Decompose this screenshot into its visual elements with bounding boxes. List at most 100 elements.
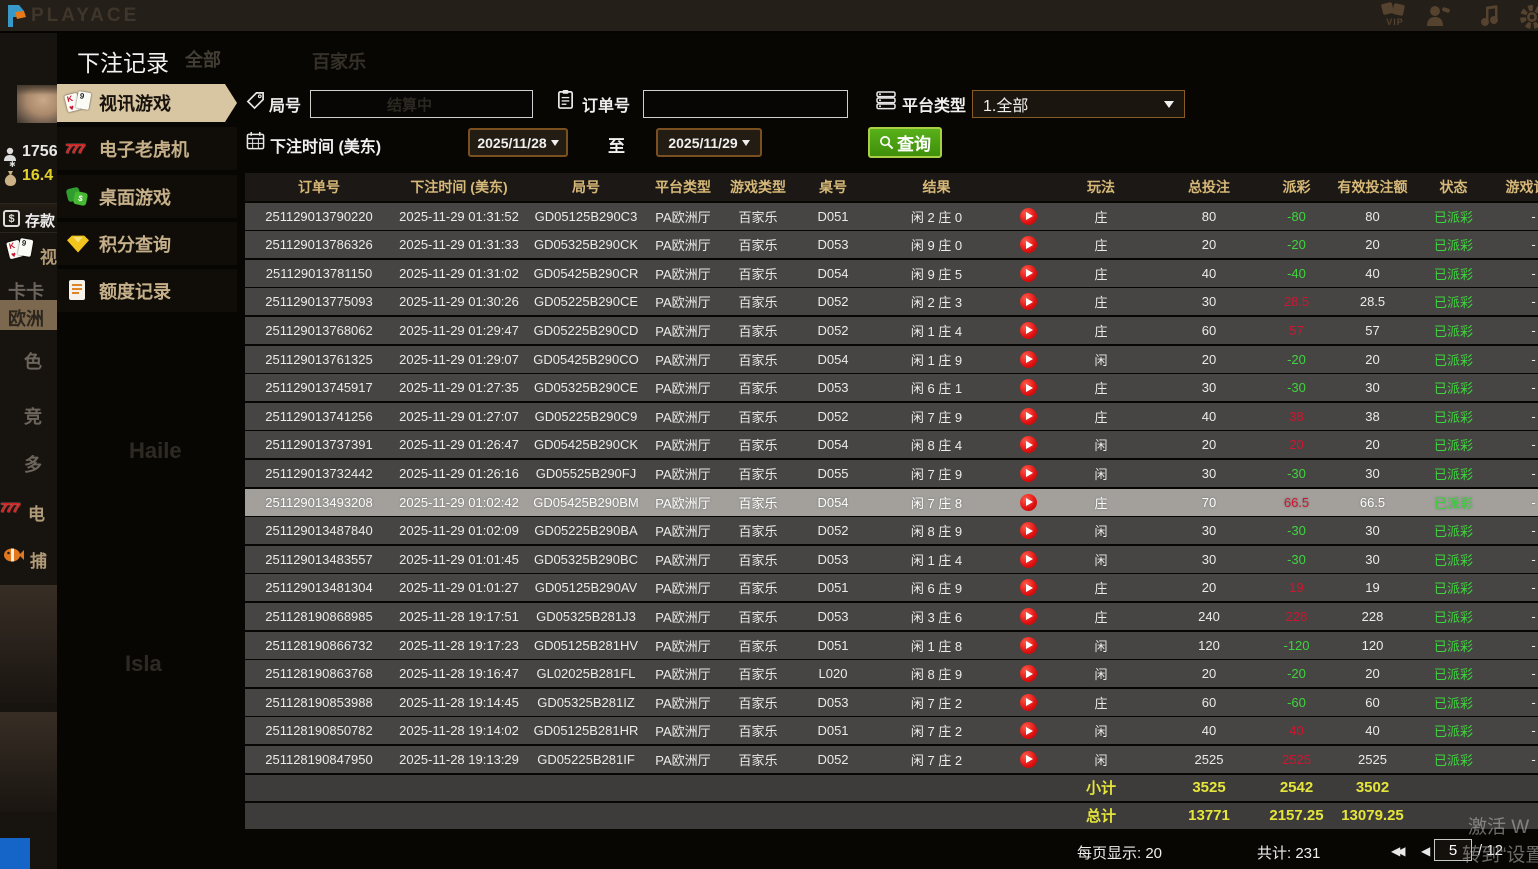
nav-dian-partial[interactable]: 电 <box>28 500 45 525</box>
play-video-button[interactable] <box>1020 579 1037 596</box>
table-row[interactable]: 2511290137373912025-11-29 01:26:47GD0542… <box>245 431 1538 458</box>
bet-time-cell: 2025-11-29 01:31:52 <box>393 209 525 224</box>
status-cell: 已派彩 <box>1420 636 1487 655</box>
play-cell <box>1004 637 1052 654</box>
date-to-select[interactable]: 2025/11/29 <box>656 128 762 157</box>
play-video-button[interactable] <box>1020 751 1037 768</box>
bet-type-cell: 庄 <box>1052 264 1150 283</box>
game-type-cell: 百家乐 <box>719 521 797 540</box>
order-no-input[interactable] <box>643 90 848 118</box>
sidebar-item-table-games[interactable]: $ 桌面游戏 <box>57 175 237 218</box>
first-page-button[interactable]: ◀◀ <box>1391 844 1401 858</box>
nav-video-partial[interactable]: 视 <box>40 243 57 268</box>
play-video-button[interactable] <box>1020 608 1037 625</box>
sidebar-item-slots[interactable]: 777 电子老虎机 <box>57 127 237 170</box>
table-row[interactable]: 2511290137750932025-11-29 01:30:26GD0522… <box>245 288 1538 315</box>
play-icon <box>1026 269 1033 277</box>
result-cell: 闲 1 庄 8 <box>869 636 1004 655</box>
sidebar-item-quota-record[interactable]: 额度记录 <box>57 269 237 312</box>
table-row[interactable]: 2511290137863262025-11-29 01:31:33GD0532… <box>245 231 1538 258</box>
platform-type-select[interactable]: 1.全部 <box>972 90 1185 118</box>
play-cell <box>1004 551 1052 568</box>
nav-duo-partial[interactable]: 多 <box>24 451 42 477</box>
bet-time-cell: 2025-11-29 01:30:26 <box>393 294 525 309</box>
play-video-button[interactable] <box>1020 522 1037 539</box>
play-video-button[interactable] <box>1020 265 1037 282</box>
table-row[interactable]: 2511290137412562025-11-29 01:27:07GD0522… <box>245 403 1538 430</box>
round-no-cell: GD05225B290BA <box>525 523 647 538</box>
ghost-tab-baccarat: 百家乐 <box>312 48 366 74</box>
table-row[interactable]: 2511290137811502025-11-29 01:31:02GD0542… <box>245 260 1538 287</box>
nav-se-partial[interactable]: 色 <box>24 348 42 374</box>
play-video-button[interactable] <box>1020 351 1037 368</box>
column-header: 平台类型 <box>647 177 719 197</box>
play-video-button[interactable] <box>1020 293 1037 310</box>
status-cell: 已派彩 <box>1420 721 1487 740</box>
table-row[interactable]: 2511290134835572025-11-29 01:01:45GD0532… <box>245 546 1538 573</box>
table-row[interactable]: 2511290134813042025-11-29 01:01:27GD0512… <box>245 574 1538 601</box>
play-video-button[interactable] <box>1020 408 1037 425</box>
search-button[interactable]: 查询 <box>868 127 942 158</box>
table-row[interactable]: 2511290137613252025-11-29 01:29:07GD0542… <box>245 346 1538 373</box>
table-row[interactable]: 2511290134932082025-11-29 01:02:42GD0542… <box>245 489 1538 516</box>
music-icon[interactable] <box>1478 4 1502 28</box>
avatar[interactable] <box>17 85 57 123</box>
table-row[interactable]: 2511281908637682025-11-28 19:16:47GL0202… <box>245 660 1538 687</box>
order-no-cell: 251129013768062 <box>245 323 393 338</box>
order-no-cell: 251128190866732 <box>245 638 393 653</box>
table-row[interactable]: 2511290137902202025-11-29 01:31:52GD0512… <box>245 203 1538 230</box>
page-number-input[interactable] <box>1434 839 1472 861</box>
play-video-button[interactable] <box>1020 494 1037 511</box>
play-cell <box>1004 579 1052 596</box>
play-video-button[interactable] <box>1020 465 1037 482</box>
nav-europe-active[interactable]: 欧洲 <box>0 300 57 330</box>
bet-time-cell: 2025-11-29 01:29:47 <box>393 323 525 338</box>
footer-valid-bet: 3502 <box>1325 779 1420 796</box>
play-video-button[interactable] <box>1020 379 1037 396</box>
table-no-cell: D051 <box>797 580 869 595</box>
order-no-cell: 251128190847950 <box>245 752 393 767</box>
bet-type-cell: 闲 <box>1052 721 1150 740</box>
sidebar-item-points[interactable]: 积分查询 <box>57 222 237 265</box>
table-row[interactable]: 2511281908667322025-11-28 19:17:23GD0512… <box>245 632 1538 659</box>
user-service-icon[interactable] <box>1425 4 1451 28</box>
platform-cell: PA欧洲厅 <box>647 435 719 454</box>
settings-gear-icon[interactable] <box>1518 3 1538 31</box>
document-icon <box>65 278 93 304</box>
play-video-button[interactable] <box>1020 436 1037 453</box>
nav-jing-partial[interactable]: 竞 <box>24 403 42 429</box>
column-header: 桌号 <box>797 177 869 197</box>
play-video-button[interactable] <box>1020 665 1037 682</box>
nav-bu-partial[interactable]: 捕 <box>30 547 47 572</box>
table-row[interactable]: 2511281908539882025-11-28 19:14:45GD0532… <box>245 689 1538 716</box>
table-row[interactable]: 2511290137324422025-11-29 01:26:16GD0552… <box>245 460 1538 487</box>
result-cell: 闲 1 庄 9 <box>869 350 1004 369</box>
play-video-button[interactable] <box>1020 637 1037 654</box>
payout-cell: 20 <box>1268 437 1325 452</box>
screen: PLAYACE VIP <box>0 0 1538 869</box>
play-video-button[interactable] <box>1020 551 1037 568</box>
play-video-button[interactable] <box>1020 236 1037 253</box>
column-header: 游戏记录 <box>1487 177 1538 197</box>
table-row[interactable]: 2511281908479502025-11-28 19:13:29GD0522… <box>245 746 1538 773</box>
table-row[interactable]: 2511281908689852025-11-28 19:17:51GD0532… <box>245 603 1538 630</box>
payout-cell: -30 <box>1268 380 1325 395</box>
game-type-cell: 百家乐 <box>719 550 797 569</box>
table-row[interactable]: 2511290134878402025-11-29 01:02:09GD0522… <box>245 517 1538 544</box>
prev-page-button[interactable]: ◀ <box>1421 844 1430 858</box>
play-video-button[interactable] <box>1020 208 1037 225</box>
bet-time-cell: 2025-11-29 01:02:09 <box>393 523 525 538</box>
play-video-button[interactable] <box>1020 694 1037 711</box>
deposit-button[interactable]: $ 存款 <box>0 203 57 233</box>
order-no-label: 订单号 <box>582 92 630 116</box>
game-record-cell: - <box>1487 437 1538 452</box>
table-row[interactable]: 2511281908507822025-11-28 19:14:02GD0512… <box>245 717 1538 744</box>
table-row[interactable]: 2511290137680622025-11-29 01:29:47GD0522… <box>245 317 1538 344</box>
sidebar-item-video-games[interactable]: K♥ 9 视讯游戏 <box>57 84 237 122</box>
play-video-button[interactable] <box>1020 722 1037 739</box>
date-from-select[interactable]: 2025/11/28 <box>468 128 568 157</box>
bet-type-cell: 庄 <box>1052 207 1150 226</box>
round-no-input[interactable] <box>310 90 533 118</box>
table-row[interactable]: 2511290137459172025-11-29 01:27:35GD0532… <box>245 374 1538 401</box>
play-video-button[interactable] <box>1020 322 1037 339</box>
